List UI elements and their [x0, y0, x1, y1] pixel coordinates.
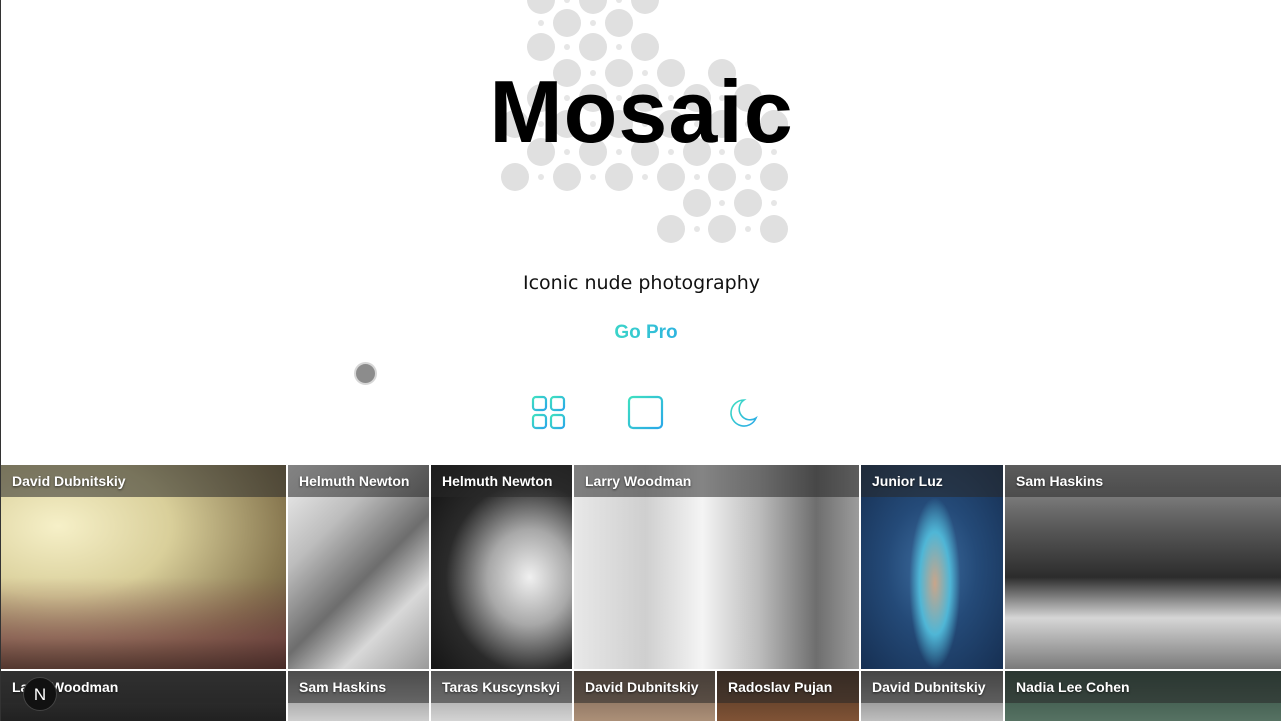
- grid-view-icon[interactable]: [529, 393, 569, 433]
- photographer-name: Sam Haskins: [299, 679, 387, 695]
- gallery-tile[interactable]: David Dubnitskiy: [574, 671, 715, 721]
- dark-mode-moon-icon[interactable]: [723, 393, 763, 433]
- photographer-name: Helmuth Newton: [442, 473, 553, 489]
- gallery-tile[interactable]: Junior Luz: [861, 465, 1003, 669]
- gallery-tile[interactable]: Sam Haskins: [288, 671, 429, 721]
- photographer-name: Taras Kuscynskyi: [442, 679, 561, 695]
- photographer-name: Helmuth Newton: [299, 473, 410, 489]
- gallery-tile[interactable]: Radoslav Pujan: [717, 671, 859, 721]
- photographer-name: David Dubnitskiy: [585, 679, 699, 695]
- site-title: Mosaic: [489, 62, 794, 161]
- go-pro-link[interactable]: Go Pro: [591, 322, 701, 344]
- gallery-tile[interactable]: David Dubnitskiy: [1, 465, 286, 669]
- gallery-tile[interactable]: Helmuth Newton: [288, 465, 429, 669]
- photographer-name: David Dubnitskiy: [12, 473, 126, 489]
- gallery-tile[interactable]: Larry Woodman: [574, 465, 859, 669]
- photographer-name: Larry Woodman: [585, 473, 692, 489]
- dev-tools-badge[interactable]: N: [23, 677, 57, 711]
- view-toolbar: [1, 393, 1281, 433]
- masonry-view-icon[interactable]: [626, 393, 666, 433]
- photographer-name: Sam Haskins: [1016, 473, 1104, 489]
- hero-section: Mosaic Iconic nude photography Go Pro: [1, 0, 1281, 465]
- photographer-name: Junior Luz: [872, 473, 943, 489]
- gallery-tile[interactable]: Nadia Lee Cohen: [1005, 671, 1281, 721]
- gallery-tile[interactable]: Taras Kuscynskyi: [431, 671, 572, 721]
- photographer-name: David Dubnitskiy: [872, 679, 986, 695]
- gallery-tile[interactable]: David Dubnitskiy: [861, 671, 1003, 721]
- photo-gallery-grid: David Dubnitskiy Helmuth Newton Helmuth …: [1, 465, 1281, 721]
- site-tagline: Iconic nude photography: [522, 272, 761, 294]
- gallery-tile[interactable]: Helmuth Newton: [431, 465, 572, 669]
- gallery-tile[interactable]: Sam Haskins: [1005, 465, 1281, 669]
- photographer-name: Nadia Lee Cohen: [1016, 679, 1130, 695]
- photographer-name: Radoslav Pujan: [728, 679, 833, 695]
- mouse-cursor-indicator: [354, 362, 377, 385]
